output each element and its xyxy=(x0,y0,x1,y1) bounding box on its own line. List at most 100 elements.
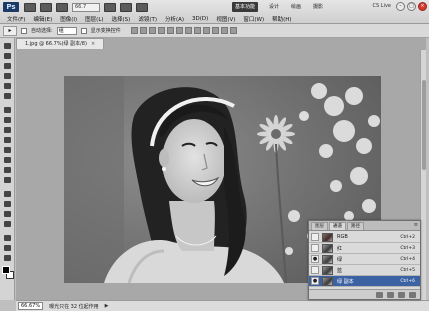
panel-tab-strip: 图层 通道 路径 xyxy=(309,221,420,231)
load-selection-icon[interactable] xyxy=(376,291,383,298)
workspace-photography-button[interactable]: 摄影 xyxy=(310,2,326,12)
visibility-toggle[interactable] xyxy=(311,244,319,252)
eye-icon[interactable]: ● xyxy=(311,255,319,263)
distribute-center-icon[interactable] xyxy=(220,27,228,34)
align-top-icon[interactable] xyxy=(130,27,138,34)
workspace-painting-button[interactable]: 绘画 xyxy=(288,2,304,12)
channel-thumbnail xyxy=(322,276,333,286)
channel-shortcut: Ctrl+3 xyxy=(400,245,415,251)
menu-layer[interactable]: 图层(L) xyxy=(81,15,107,23)
brush-tool-icon[interactable] xyxy=(3,116,12,124)
menu-help[interactable]: 帮助(H) xyxy=(268,15,295,23)
screen-mode-icon[interactable] xyxy=(136,2,148,12)
menu-3d[interactable]: 3D(D) xyxy=(188,16,212,22)
distribute-right-icon[interactable] xyxy=(229,27,237,34)
close-document-icon[interactable]: × xyxy=(91,41,95,47)
menu-select[interactable]: 选择(S) xyxy=(108,15,135,23)
menu-edit[interactable]: 编辑(E) xyxy=(29,15,56,23)
window-controls: – □ × xyxy=(396,2,427,11)
channel-row-green-copy[interactable]: ● 绿 副本 Ctrl+6 xyxy=(309,276,420,287)
zoom-tool-icon[interactable] xyxy=(3,254,12,262)
channels-panel: 图层 通道 路径 ≡ RGB Ctrl+2 红 Ctrl+3 ● 绿 Ctrl+… xyxy=(308,220,421,300)
eye-icon[interactable]: ● xyxy=(311,277,319,285)
new-channel-icon[interactable] xyxy=(398,291,405,298)
auto-select-checkbox[interactable] xyxy=(21,27,27,34)
status-menu-arrow-icon[interactable]: ▶ xyxy=(105,303,109,309)
channel-row-red[interactable]: 红 Ctrl+3 xyxy=(309,243,420,254)
zoom-level-field[interactable]: 66.7 xyxy=(72,2,100,12)
foreground-color-swatch[interactable] xyxy=(2,266,10,274)
auto-select-dropdown[interactable]: 组 xyxy=(56,26,77,35)
visibility-toggle[interactable] xyxy=(311,266,319,274)
distribute-middle-icon[interactable] xyxy=(193,27,201,34)
channel-name: 红 xyxy=(337,245,343,252)
arrange-documents-icon[interactable] xyxy=(120,2,132,12)
healing-brush-tool-icon[interactable] xyxy=(3,106,12,114)
channel-shortcut: Ctrl+2 xyxy=(400,234,415,240)
visibility-toggle[interactable] xyxy=(311,233,319,241)
channel-row-blue[interactable]: 蓝 Ctrl+5 xyxy=(309,265,420,276)
distribute-bottom-icon[interactable] xyxy=(202,27,210,34)
channel-thumbnail xyxy=(322,265,333,275)
gradient-tool-icon[interactable] xyxy=(3,156,12,164)
minimize-icon[interactable]: – xyxy=(396,2,405,11)
workspace-essentials-button[interactable]: 基本功能 xyxy=(232,2,259,12)
eyedropper-tool-icon[interactable] xyxy=(3,92,12,100)
align-right-icon[interactable] xyxy=(175,27,183,34)
tab-paths[interactable]: 路径 xyxy=(347,222,364,230)
show-transform-checkbox[interactable] xyxy=(80,27,87,34)
trash-icon[interactable] xyxy=(409,291,416,298)
align-bottom-icon[interactable] xyxy=(148,27,156,34)
move-tool-icon[interactable] xyxy=(3,42,12,50)
mini-bridge-icon[interactable] xyxy=(40,2,52,12)
bridge-icon[interactable] xyxy=(24,2,36,12)
application-bar: Ps 66.7 基本功能 设计 绘画 摄影 CS Live – □ × 文件(F… xyxy=(0,0,429,24)
quick-select-tool-icon[interactable] xyxy=(3,72,12,80)
align-middle-icon[interactable] xyxy=(139,27,147,34)
channel-name: 蓝 xyxy=(337,267,343,274)
lasso-tool-icon[interactable] xyxy=(3,62,12,70)
menu-window[interactable]: 窗口(W) xyxy=(239,15,268,23)
tab-channels[interactable]: 通道 xyxy=(329,222,346,230)
eraser-tool-icon[interactable] xyxy=(3,146,12,154)
panel-menu-icon[interactable]: ≡ xyxy=(414,222,418,228)
status-bar: 66.67% 曝光只在 32 位起作用 ▶ xyxy=(16,300,429,311)
3d-rotate-tool-icon[interactable] xyxy=(3,234,12,242)
menu-image[interactable]: 图像(I) xyxy=(56,15,81,23)
marquee-tool-icon[interactable] xyxy=(3,52,12,60)
close-icon[interactable]: × xyxy=(418,2,427,11)
document-tab[interactable]: 1.jpg @ 66.7%(绿 副本/8) × xyxy=(16,38,105,49)
show-transform-label: 显示变换控件 xyxy=(90,28,121,34)
menu-file[interactable]: 文件(F) xyxy=(3,15,29,23)
save-selection-icon[interactable] xyxy=(387,291,394,298)
maximize-icon[interactable]: □ xyxy=(407,2,416,11)
hand-tool-icon[interactable] xyxy=(3,244,12,252)
zoom-percent-field[interactable]: 66.67% xyxy=(18,302,44,310)
shape-tool-icon[interactable] xyxy=(3,220,12,228)
channel-row-rgb[interactable]: RGB Ctrl+2 xyxy=(309,232,420,243)
menu-filter[interactable]: 滤镜(T) xyxy=(134,15,161,23)
move-tool-preset-icon[interactable]: ▸ xyxy=(3,25,17,36)
channel-row-green[interactable]: ● 绿 Ctrl+4 xyxy=(309,254,420,265)
blur-tool-icon[interactable] xyxy=(3,166,12,174)
cs-live-button[interactable]: CS Live xyxy=(373,3,391,9)
crop-tool-icon[interactable] xyxy=(3,82,12,90)
pen-tool-icon[interactable] xyxy=(3,190,12,198)
hand-icon[interactable] xyxy=(104,2,116,12)
history-brush-tool-icon[interactable] xyxy=(3,136,12,144)
distribute-top-icon[interactable] xyxy=(184,27,192,34)
path-selection-tool-icon[interactable] xyxy=(3,210,12,218)
align-left-icon[interactable] xyxy=(157,27,165,34)
align-buttons xyxy=(130,27,237,34)
clone-stamp-tool-icon[interactable] xyxy=(3,126,12,134)
align-center-icon[interactable] xyxy=(166,27,174,34)
menu-analysis[interactable]: 分析(A) xyxy=(161,15,188,23)
type-tool-icon[interactable] xyxy=(3,200,12,208)
dodge-tool-icon[interactable] xyxy=(3,176,12,184)
tab-layers[interactable]: 图层 xyxy=(311,222,328,230)
grid-icon[interactable] xyxy=(56,2,68,12)
workspace-design-button[interactable]: 设计 xyxy=(266,2,282,12)
distribute-left-icon[interactable] xyxy=(211,27,219,34)
menu-view[interactable]: 视图(V) xyxy=(212,15,239,23)
scrollbar-thumb[interactable] xyxy=(422,80,426,170)
